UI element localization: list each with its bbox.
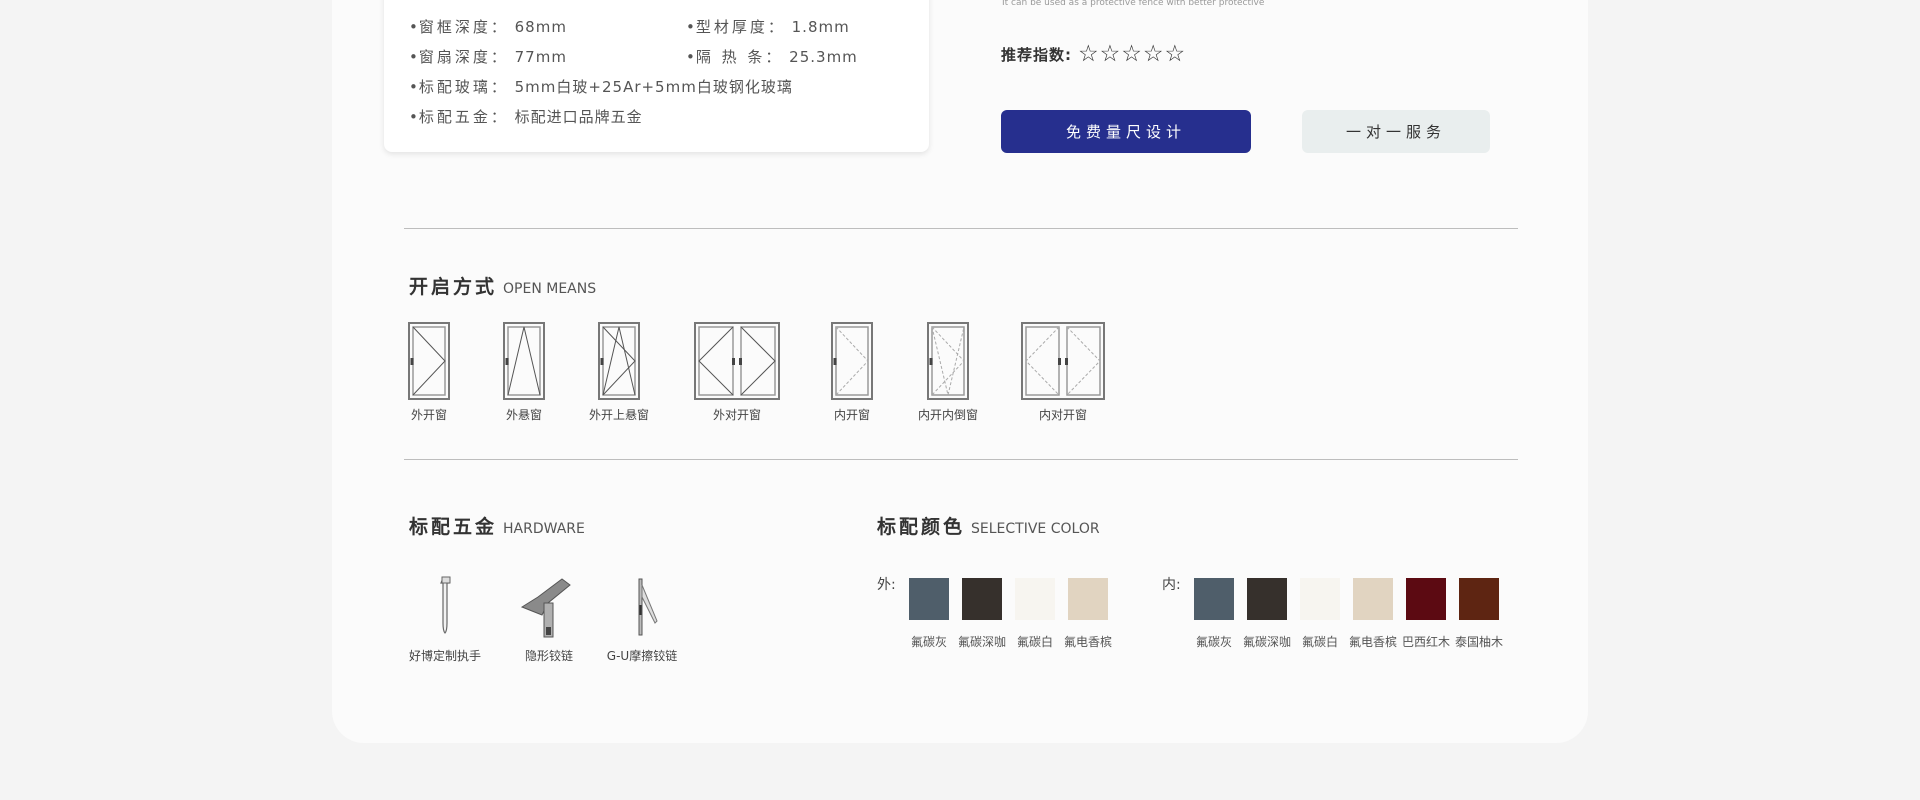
inward-double-casement-window-icon [1021,322,1105,400]
color-swatch[interactable] [1068,578,1108,620]
window-type-label: 外开窗 [410,408,448,422]
color-swatch[interactable] [1353,578,1393,620]
color-swatch[interactable] [1194,578,1234,620]
open-means-subtitle: OPEN MEANS [503,281,597,297]
window-type-label: 外对开窗 [712,408,762,422]
spec-item: •窗框深度： 68mm [409,16,567,37]
window-type-label: 外开上悬窗 [588,408,650,422]
outer-color-label: 外: [877,577,896,593]
hardware-label: 隐形铰链 [524,649,574,663]
star-icon: ☆ [1164,41,1186,67]
window-type-label: 内开窗 [833,408,871,422]
star-icon: ☆ [1142,41,1164,67]
bullet: • [409,78,419,96]
spec-label: 窗扇深度： [418,48,509,66]
color-swatch[interactable] [1015,578,1055,620]
bullet: • [409,18,419,36]
color-swatch[interactable] [1406,578,1446,620]
rating-stars: ☆☆☆☆☆ [1078,43,1186,66]
color-name: 氟碳灰 [1195,635,1233,649]
spec-item: •标配五金： 标配进口品牌五金 [409,106,643,127]
color-title: 标配颜色 [877,516,966,538]
outward-casement-window-icon [408,322,450,400]
color-name: 巴西红木 [1401,635,1451,649]
outward-tilt-top-window-icon [598,322,640,400]
protective-note: It can be used as a protective fence wit… [1002,0,1265,8]
color-swatch[interactable] [1300,578,1340,620]
color-name: 氟碳灰 [910,635,948,649]
inward-casement-window-icon [831,322,873,400]
color-swatch[interactable] [909,578,949,620]
color-name: 氟碳深咖 [957,635,1007,649]
open-means-title: 开启方式 [409,276,498,298]
bullet: • [409,108,419,126]
free-measure-design-button[interactable]: 免费量尺设计 [1001,110,1251,153]
bullet: • [686,18,696,36]
hardware-title: 标配五金 [409,516,498,538]
spec-item: •型材厚度： 1.8mm [686,16,850,37]
divider [404,459,1518,460]
color-name: 氟碳白 [1016,635,1054,649]
recommend-label: 推荐指数: [1001,46,1072,64]
color-name: 氟电香槟 [1063,635,1113,649]
outward-double-casement-window-icon [694,322,780,400]
hardware-heading: 标配五金 HARDWARE [409,512,585,539]
hardware-subtitle: HARDWARE [503,521,585,537]
spec-item: •标配玻璃： 5mm白玻+25Ar+5mm白玻钢化玻璃 [409,76,793,97]
spec-label: 隔 热 条： [695,48,784,66]
color-swatch[interactable] [1459,578,1499,620]
spec-item: •窗扇深度： 77mm [409,46,567,67]
spec-value: 68mm [508,18,567,36]
color-name: 泰国柚木 [1454,635,1504,649]
one-on-one-service-button[interactable]: 一对一服务 [1302,110,1490,153]
color-swatch[interactable] [962,578,1002,620]
color-name: 氟碳白 [1301,635,1339,649]
hardware-label: 好博定制执手 [408,649,482,663]
window-type-label: 内开内倒窗 [917,408,979,422]
divider [404,228,1518,229]
bullet: • [686,48,696,66]
recommend-rating: 推荐指数: ☆☆☆☆☆ [1001,43,1186,66]
tilt-turn-window-icon [927,322,969,400]
spec-value: 1.8mm [785,18,850,36]
star-icon: ☆ [1121,41,1142,67]
inner-color-label: 内: [1162,577,1181,593]
outward-awning-window-icon [503,322,545,400]
spec-value: 25.3mm [783,48,858,66]
star-icon: ☆ [1078,41,1099,67]
color-heading: 标配颜色 SELECTIVE COLOR [877,512,1100,539]
color-name: 氟电香槟 [1348,635,1398,649]
spec-label: 型材厚度： [695,18,786,36]
hardware-label: G-U摩擦铰链 [606,649,678,663]
color-subtitle: SELECTIVE COLOR [971,521,1100,537]
spec-label: 窗框深度： [418,18,509,36]
spec-item: •隔 热 条： 25.3mm [686,46,858,67]
spec-value: 77mm [508,48,567,66]
spec-label: 标配五金： [418,108,509,126]
hidden-hinge-icon [520,578,571,638]
window-handle-icon [440,576,451,634]
window-type-label: 外悬窗 [505,408,543,422]
color-swatch[interactable] [1247,578,1287,620]
spec-value: 标配进口品牌五金 [508,108,643,126]
window-type-label: 内对开窗 [1038,408,1088,422]
friction-hinge-icon [638,578,658,636]
color-name: 氟碳深咖 [1242,635,1292,649]
spec-value: 5mm白玻+25Ar+5mm白玻钢化玻璃 [508,78,793,96]
open-means-heading: 开启方式 OPEN MEANS [409,272,596,299]
spec-label: 标配玻璃： [418,78,509,96]
star-icon: ☆ [1099,41,1121,67]
bullet: • [409,48,419,66]
